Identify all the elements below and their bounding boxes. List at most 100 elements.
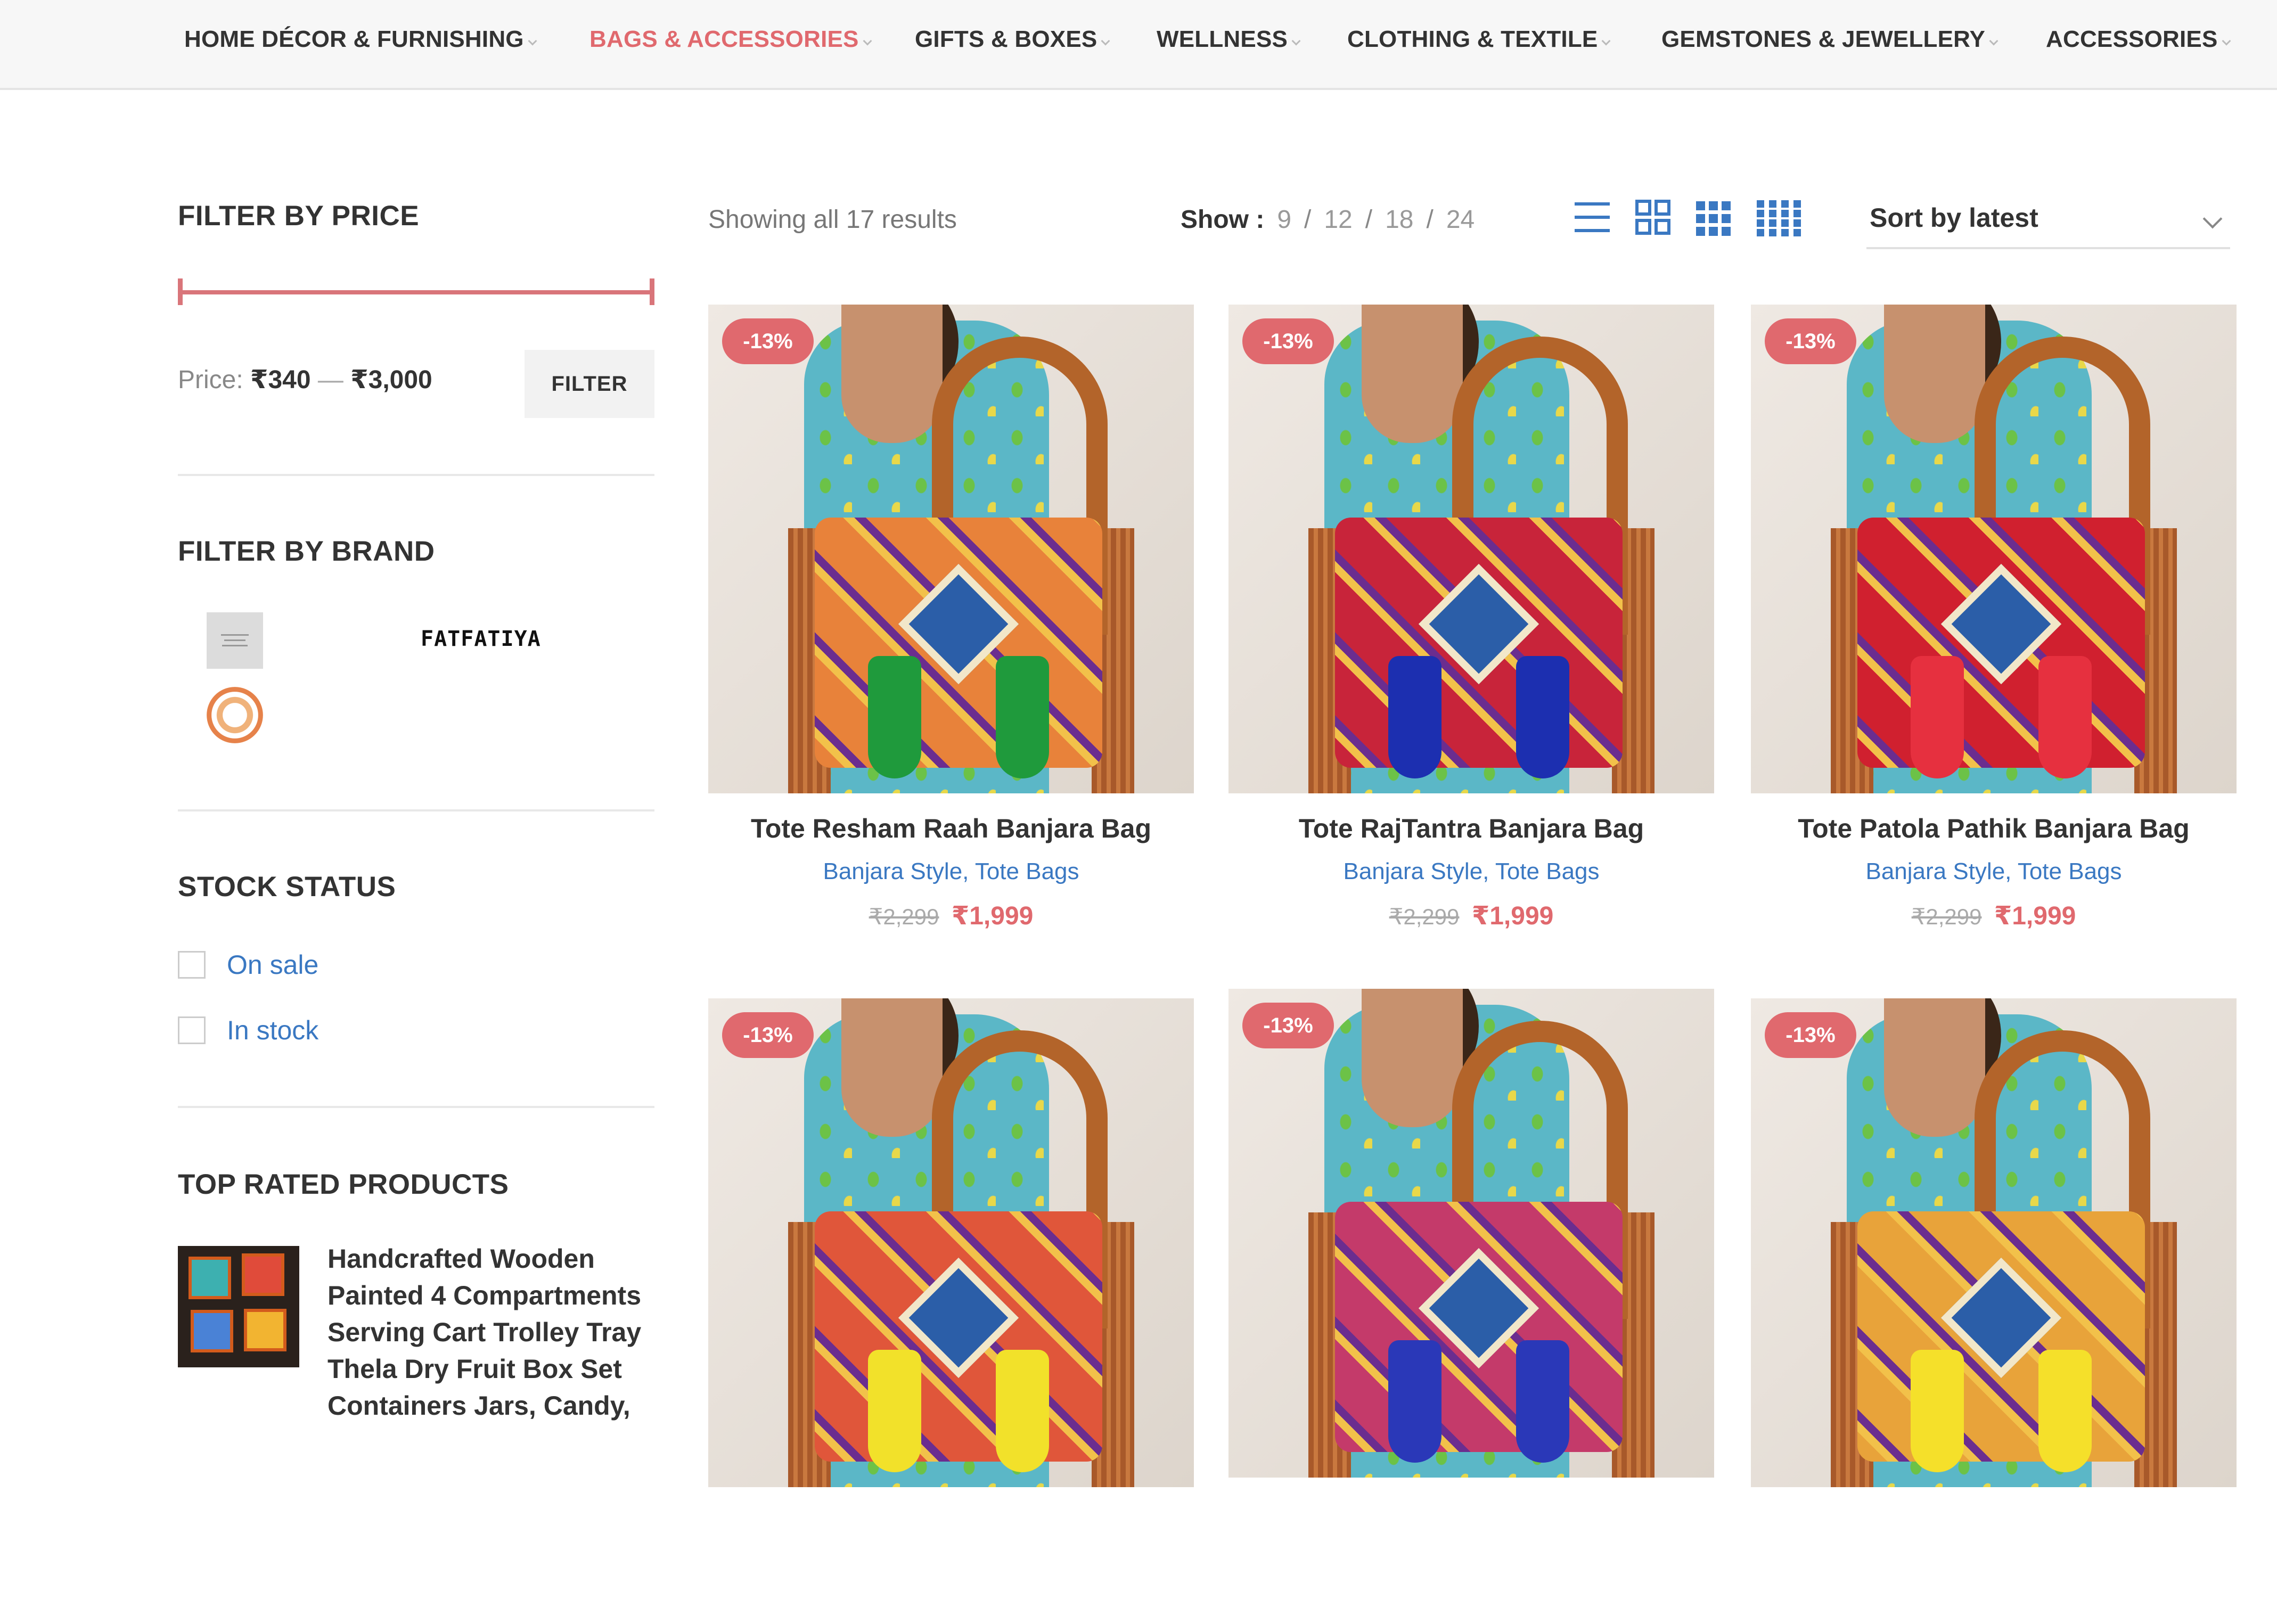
grid-3-icon[interactable] [1696, 198, 1731, 236]
grid-4-icon[interactable] [1757, 198, 1801, 236]
top-rated-product-thumbnail[interactable] [178, 1246, 299, 1367]
top-navigation: HOME DÉCOR & FURNISHING BAGS & ACCESSORI… [0, 0, 2277, 90]
product-categories[interactable]: Banjara Style, Tote Bags [1751, 858, 2237, 885]
grid-2-icon[interactable] [1635, 198, 1670, 236]
product-image[interactable]: -13% [1751, 305, 2237, 793]
thumb-box [189, 1257, 231, 1299]
slider-min-handle[interactable] [178, 278, 183, 305]
product-image[interactable]: -13% [708, 998, 1194, 1487]
nav-item-label: ACCESSORIES [2046, 26, 2218, 52]
separator: / [1365, 206, 1373, 234]
image-bag [815, 518, 1102, 768]
top-rated-products-title: TOP RATED PRODUCTS [178, 1169, 509, 1200]
discount-badge: -13% [1765, 1012, 1856, 1058]
image-bag [1335, 518, 1623, 768]
on-sale-checkbox[interactable] [178, 951, 206, 979]
nav-item-clothing-textile[interactable]: CLOTHING & TEXTILE [1347, 23, 1611, 55]
nav-item-bags-accessories[interactable]: BAGS & ACCESSORIES [589, 23, 872, 55]
sort-label: Sort by latest [1870, 203, 2038, 233]
stock-status-title: STOCK STATUS [178, 871, 396, 903]
separator: / [1304, 206, 1312, 234]
product-title[interactable]: Tote Resham Raah Banjara Bag [708, 813, 1194, 844]
nav-item-home-decor[interactable]: HOME DÉCOR & FURNISHING [184, 23, 537, 55]
sort-dropdown[interactable]: Sort by latest [1866, 196, 2230, 249]
image-bag [1335, 1202, 1623, 1452]
nav-item-gifts-boxes[interactable]: GIFTS & BOXES [915, 23, 1110, 55]
old-price: ₹2,299 [869, 904, 939, 929]
chevron-down-icon [1601, 36, 1611, 46]
separator: / [1426, 206, 1434, 234]
in-stock-filter[interactable]: In stock [178, 1015, 318, 1046]
product-image[interactable]: -13% [708, 305, 1194, 793]
nav-item-wellness[interactable]: WELLNESS [1157, 23, 1301, 55]
product-title[interactable]: Tote RajTantra Banjara Bag [1228, 813, 1714, 844]
discount-badge: -13% [1242, 1003, 1334, 1048]
on-sale-filter[interactable]: On sale [178, 949, 318, 980]
in-stock-checkbox[interactable] [178, 1016, 206, 1044]
image-tassel [1911, 1350, 1964, 1472]
product-image[interactable]: -13% [1228, 305, 1714, 793]
product-title[interactable]: Tote Patola Pathik Banjara Bag [1751, 813, 2237, 844]
price-dash: — [317, 366, 343, 394]
image-tassel [868, 1350, 921, 1472]
nav-item-accessories[interactable]: ACCESSORIES [2046, 23, 2231, 55]
chevron-down-icon [1291, 36, 1301, 46]
list-view-icon[interactable] [1575, 198, 1610, 236]
product-image[interactable]: -13% [1751, 998, 2237, 1487]
top-rated-product-title[interactable]: Handcrafted Wooden Painted 4 Compartment… [327, 1241, 658, 1424]
image-tassel [2038, 656, 2092, 778]
slider-max-handle[interactable] [650, 278, 654, 305]
results-count: Showing all 17 results [708, 206, 957, 234]
slider-track [178, 290, 654, 294]
image-bag [1857, 518, 2145, 768]
per-page-option-12[interactable]: 12 [1324, 205, 1352, 234]
discount-badge: -13% [722, 1012, 814, 1058]
price-range-slider[interactable] [178, 278, 654, 305]
brand-logo-fatfatiya[interactable]: FATFATIYA [421, 627, 541, 651]
in-stock-label[interactable]: In stock [227, 1015, 318, 1046]
per-page-option-24[interactable]: 24 [1446, 205, 1475, 234]
product-price [1751, 1595, 2237, 1624]
thumb-box [244, 1309, 286, 1351]
image-tassel [1516, 656, 1569, 778]
image-tassel [1516, 1340, 1569, 1463]
thumb-box [242, 1253, 284, 1296]
image-tassel [1388, 1340, 1441, 1463]
brand-logo-grey[interactable] [207, 612, 263, 669]
sale-price: ₹1,999 [951, 902, 1034, 930]
on-sale-label[interactable]: On sale [227, 949, 318, 980]
image-arm [1362, 989, 1463, 1127]
old-price: ₹2,299 [1389, 904, 1460, 929]
chevron-down-icon [1101, 36, 1110, 46]
price-prefix: Price: [178, 366, 243, 394]
product-price: ₹2,299 ₹1,999 [1228, 901, 1714, 931]
price-range-label: Price: ₹340 — ₹3,000 [178, 365, 432, 395]
price-min: ₹340 [250, 366, 311, 394]
brand-logo-mark-icon [221, 634, 249, 646]
per-page-option-9[interactable]: 9 [1277, 205, 1291, 234]
sale-price: ₹1,999 [1471, 902, 1554, 930]
product-image[interactable]: -13% [1228, 989, 1714, 1478]
nav-item-label: CLOTHING & TEXTILE [1347, 26, 1598, 52]
product-categories[interactable]: Banjara Style, Tote Bags [1228, 858, 1714, 885]
discount-badge: -13% [1765, 318, 1856, 364]
product-price [1228, 1585, 1714, 1614]
brand-logo-circle[interactable] [207, 687, 263, 743]
chevron-down-icon [2222, 36, 2231, 46]
nav-item-gemstones-jewellery[interactable]: GEMSTONES & JEWELLERY [1661, 23, 1998, 55]
product-categories[interactable]: Banjara Style, Tote Bags [708, 858, 1194, 885]
image-arm [1362, 305, 1463, 443]
per-page-option-18[interactable]: 18 [1385, 205, 1413, 234]
old-price: ₹2,299 [1911, 904, 1982, 929]
product-price: ₹2,299 ₹1,999 [1751, 901, 2237, 931]
image-arm [1884, 305, 1985, 443]
image-bag [1857, 1211, 2145, 1462]
discount-badge: -13% [722, 318, 814, 364]
filter-button[interactable]: FILTER [525, 350, 654, 418]
divider [178, 474, 654, 476]
divider [178, 1106, 654, 1108]
filter-by-price-title: FILTER BY PRICE [178, 200, 420, 232]
nav-item-label: WELLNESS [1157, 26, 1288, 52]
nav-item-label: BAGS & ACCESSORIES [589, 26, 859, 52]
image-tassel [1388, 656, 1441, 778]
